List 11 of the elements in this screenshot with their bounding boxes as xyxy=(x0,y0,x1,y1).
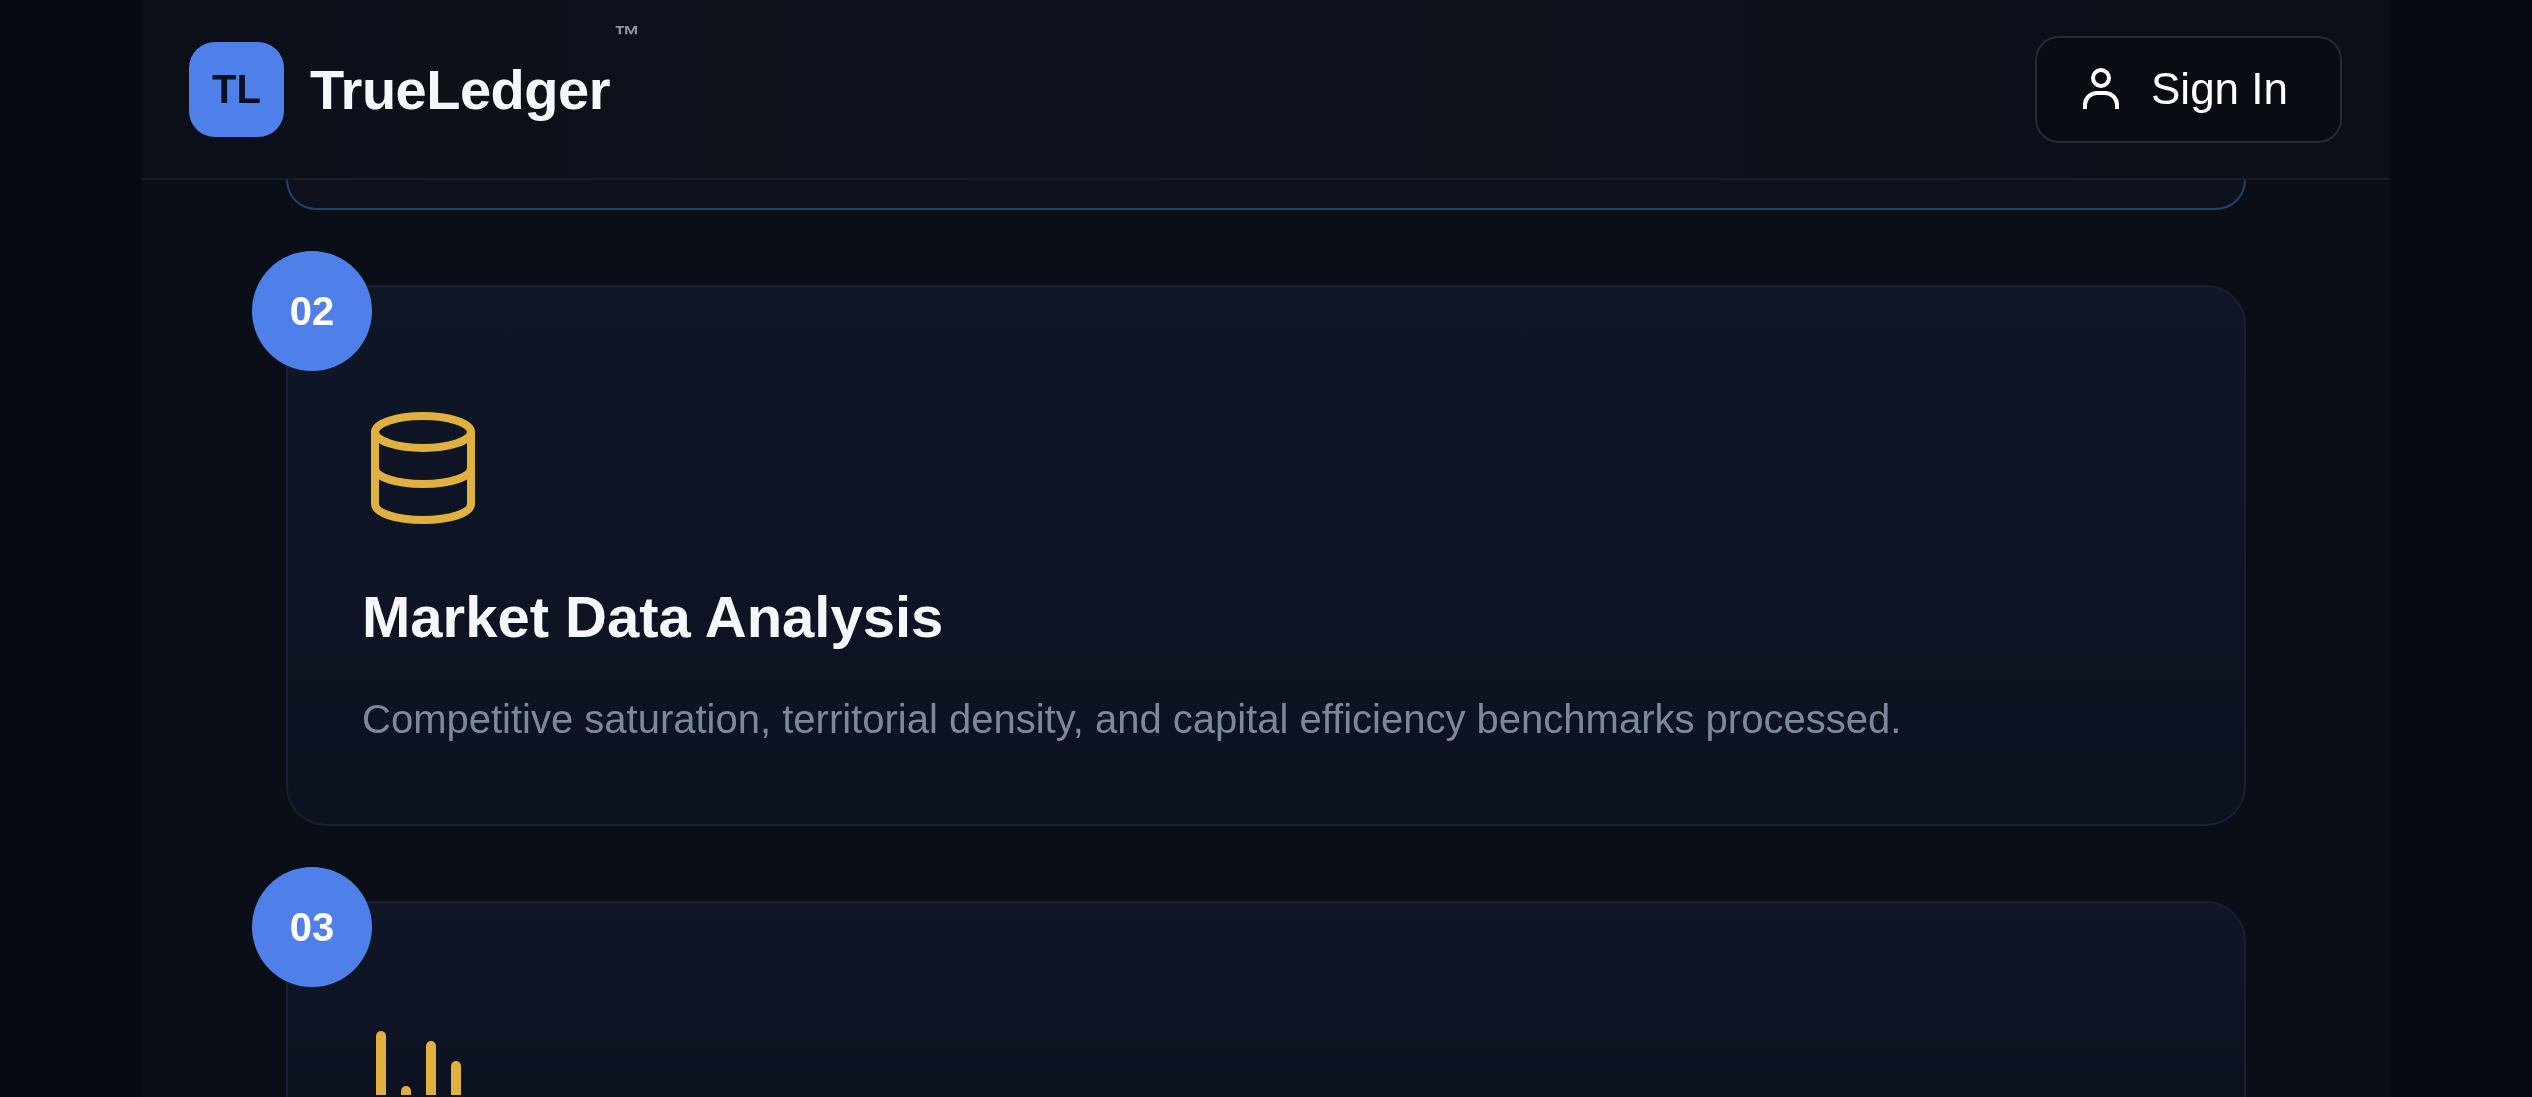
database-icon xyxy=(370,412,476,524)
brand-name: TrueLedger xyxy=(310,56,610,122)
step-number: 02 xyxy=(252,251,372,371)
step-description: Competitive saturation, territorial density, and capital efficiency benchmarks processed. xyxy=(362,696,1903,743)
user-icon xyxy=(2081,67,2121,111)
logo: TL xyxy=(189,41,284,137)
bar-chart-icon xyxy=(376,1028,462,1095)
trademark: ™ xyxy=(613,19,640,51)
sign-in-button[interactable]: Sign In xyxy=(2035,35,2342,143)
step-title: Market Data Analysis xyxy=(362,583,945,651)
step-number: 03 xyxy=(252,867,372,987)
